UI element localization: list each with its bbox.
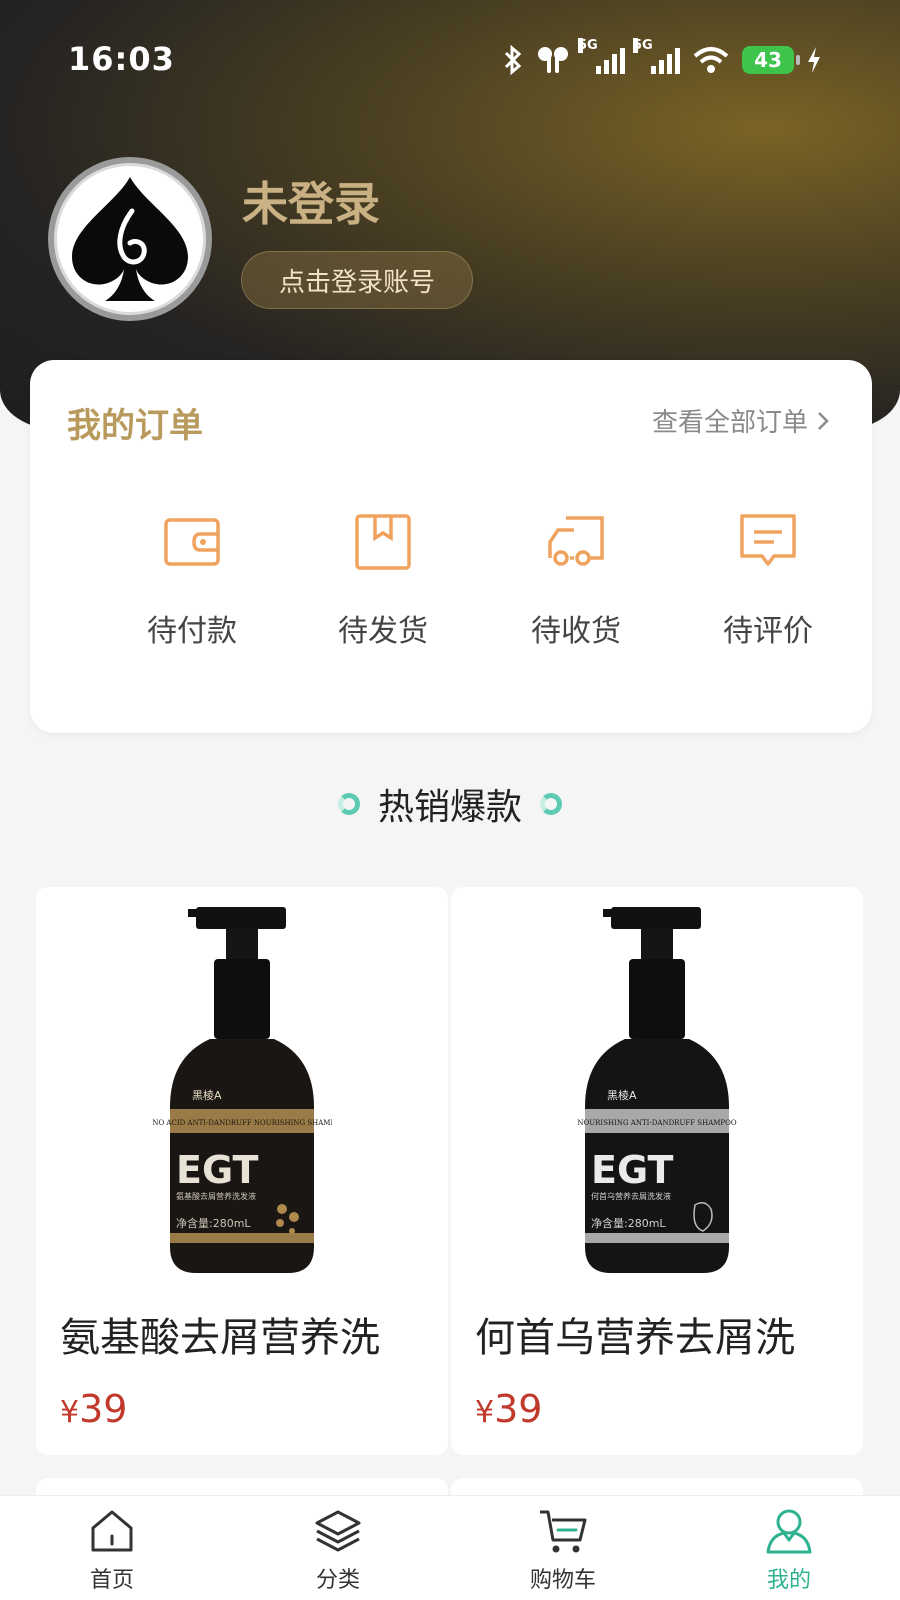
bluetooth-icon bbox=[504, 45, 522, 75]
signal-label-2: 5G bbox=[633, 38, 653, 53]
product-name: 氨基酸去屑营养洗 bbox=[60, 1315, 380, 1361]
bottle-label-cn: 氨基酸去屑营养洗发液 bbox=[176, 1191, 256, 1201]
order-status-row: 待付款 待发货 待收货 待评价 bbox=[30, 510, 872, 670]
view-all-orders-link[interactable]: 查看全部订单 bbox=[652, 402, 830, 439]
tab-mine[interactable]: 我的 bbox=[729, 1506, 849, 1596]
price-value: 39 bbox=[79, 1387, 128, 1431]
shampoo-bottle-image: 黑棱A AMINO ACID ANTI-DANDRUFF NOURISHING … bbox=[152, 907, 332, 1273]
status-icons: 5G 5G 43 bbox=[502, 38, 822, 80]
bottle-label-en: AMINO ACID ANTI-DANDRUFF NOURISHING SHAM… bbox=[152, 1119, 332, 1127]
bottle-volume: 净含量:280mL bbox=[591, 1216, 666, 1230]
bottom-tab-bar: 首页 分类 购物车 我的 bbox=[0, 1495, 900, 1600]
order-pending-payment[interactable]: 待付款 bbox=[122, 510, 262, 670]
tab-label: 购物车 bbox=[529, 1568, 596, 1593]
product-card[interactable]: 黑棱A NOURISHING ANTI-DANDRUFF SHAMPOO EGT… bbox=[451, 887, 863, 1455]
user-name: 未登录 bbox=[242, 177, 380, 231]
signal-icon-2: 5G bbox=[633, 38, 680, 74]
comment-icon bbox=[740, 514, 796, 566]
bottle-label-cn: 何首乌营养去屑洗发液 bbox=[591, 1191, 671, 1201]
status-bar: 16:03 5G 5G 43 bbox=[0, 0, 900, 120]
bottle-logo: EGT bbox=[591, 1148, 673, 1192]
status-time: 16:03 bbox=[68, 40, 175, 78]
tab-label: 首页 bbox=[89, 1568, 134, 1593]
earbuds-icon bbox=[538, 47, 568, 73]
bottle-brand: 黑棱A bbox=[192, 1089, 222, 1102]
order-item-label: 待发货 bbox=[338, 614, 428, 649]
tab-category[interactable]: 分类 bbox=[278, 1506, 398, 1596]
product-image: 黑棱A NOURISHING ANTI-DANDRUFF SHAMPOO EGT… bbox=[451, 887, 863, 1307]
wallet-icon bbox=[164, 518, 220, 566]
decor-dot-icon bbox=[540, 793, 562, 815]
currency-symbol: ¥ bbox=[60, 1395, 80, 1430]
home-icon bbox=[91, 1510, 133, 1552]
product-image: 黑棱A AMINO ACID ANTI-DANDRUFF NOURISHING … bbox=[36, 887, 448, 1307]
signal-label: 5G bbox=[578, 38, 598, 53]
order-item-label: 待付款 bbox=[147, 614, 237, 649]
charging-icon bbox=[808, 47, 820, 73]
shampoo-bottle-image: 黑棱A NOURISHING ANTI-DANDRUFF SHAMPOO EGT… bbox=[577, 907, 737, 1273]
currency-symbol: ¥ bbox=[475, 1395, 495, 1430]
chevron-right-icon bbox=[818, 411, 829, 430]
order-pending-receipt[interactable]: 待收货 bbox=[506, 510, 646, 670]
view-all-orders-label: 查看全部订单 bbox=[651, 408, 808, 438]
login-button[interactable]: 点击登录账号 bbox=[241, 251, 473, 309]
order-card-title: 我的订单 bbox=[67, 406, 203, 446]
bottle-label-en: NOURISHING ANTI-DANDRUFF SHAMPOO bbox=[577, 1119, 736, 1127]
decor-dot-icon bbox=[337, 793, 360, 815]
wifi-icon bbox=[693, 47, 729, 73]
bottle-volume: 净含量:280mL bbox=[176, 1216, 251, 1230]
order-item-label: 待收货 bbox=[531, 614, 621, 649]
tab-label: 我的 bbox=[766, 1568, 811, 1593]
spade-logo-icon bbox=[72, 177, 188, 301]
tab-cart[interactable]: 购物车 bbox=[503, 1506, 623, 1596]
battery-indicator: 43 bbox=[742, 46, 800, 74]
hot-section-title: 热销爆款 bbox=[377, 787, 522, 828]
bottle-logo: EGT bbox=[176, 1148, 258, 1192]
order-pending-review[interactable]: 待评价 bbox=[698, 510, 838, 670]
order-pending-shipment[interactable]: 待发货 bbox=[313, 510, 453, 670]
product-card[interactable]: 黑棱A AMINO ACID ANTI-DANDRUFF NOURISHING … bbox=[36, 887, 448, 1455]
order-card: 我的订单 查看全部订单 待付款 待发货 待收货 待评价 bbox=[30, 360, 872, 733]
tab-label: 分类 bbox=[315, 1568, 360, 1593]
cart-icon bbox=[540, 1510, 587, 1553]
product-price: ¥39 bbox=[60, 1387, 127, 1431]
user-icon bbox=[766, 1509, 812, 1554]
bottle-brand: 黑棱A bbox=[607, 1089, 637, 1102]
signal-icon: 5G bbox=[578, 38, 625, 74]
layers-icon bbox=[315, 1510, 361, 1552]
product-name: 何首乌营养去屑洗 bbox=[475, 1315, 795, 1361]
package-icon bbox=[355, 514, 411, 570]
avatar[interactable] bbox=[48, 157, 212, 321]
order-item-label: 待评价 bbox=[723, 614, 813, 649]
truck-icon bbox=[548, 516, 604, 566]
product-price: ¥39 bbox=[475, 1387, 542, 1431]
tab-home[interactable]: 首页 bbox=[52, 1506, 172, 1596]
hot-section-header: 热销爆款 bbox=[0, 778, 900, 830]
price-value: 39 bbox=[494, 1387, 543, 1431]
